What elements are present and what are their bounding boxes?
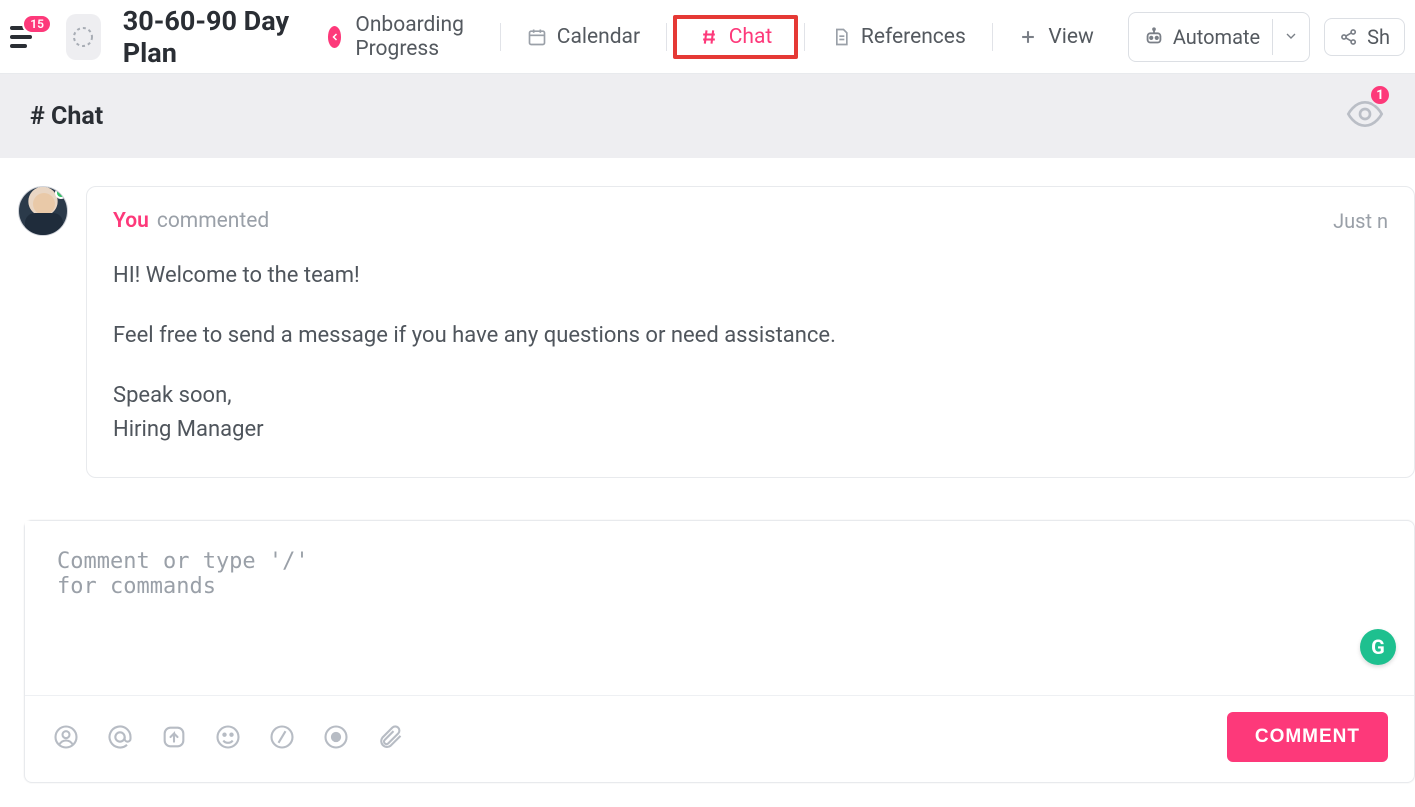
emoji-icon[interactable] [213,722,243,752]
view-label: View [1048,25,1093,49]
grammarly-badge[interactable]: G [1360,629,1396,665]
slash-command-icon[interactable] [267,722,297,752]
comment-input[interactable] [25,521,369,691]
divider [992,23,993,51]
robot-icon [1143,26,1165,48]
share-icon [1339,27,1359,47]
tab-references[interactable]: References [811,17,986,57]
divider [666,23,667,51]
message-line: Feel free to send a message if you have … [113,319,1388,353]
record-icon[interactable] [321,722,351,752]
message-body: HI! Welcome to the team! Feel free to se… [113,259,1388,447]
tab-label: Chat [729,25,773,49]
plus-icon [1018,27,1038,47]
add-view-button[interactable]: View [998,17,1113,57]
message-line: Speak soon, Hiring Manager [113,379,1388,447]
chevron-left-icon [328,26,341,48]
submit-comment-button[interactable]: COMMENT [1227,712,1388,762]
workspace-icon[interactable] [66,14,101,60]
message-author: You [113,209,149,233]
hash-icon [699,27,719,47]
watchers-button[interactable]: 1 [1345,94,1385,138]
calendar-icon [527,27,547,47]
tab-label: Calendar [557,25,640,49]
chat-title: # Chat [30,102,103,131]
message-timestamp: Just n [1333,209,1388,233]
automate-button[interactable]: Automate [1128,12,1310,62]
tab-chat[interactable]: Chat [673,15,799,59]
toolbar-right: Automate Sh [1128,12,1405,62]
message-verb: commented [157,209,269,233]
watchers-count: 1 [1369,84,1391,106]
message-line: HI! Welcome to the team! [113,259,1388,293]
chat-subheader: # Chat 1 [0,74,1415,158]
share-label: Sh [1367,25,1390,49]
comment-composer: G COMMENT [24,520,1415,783]
message-header: You commented Just n [113,209,1388,233]
chat-message: You commented Just n HI! Welcome to the … [0,158,1415,478]
composer-toolbar: COMMENT [25,695,1414,782]
tab-label: Onboarding Progress [355,13,474,61]
top-toolbar: 15 30-60-90 Day Plan Onboarding Progress… [0,0,1415,74]
menu-button[interactable]: 15 [10,26,38,48]
automate-caret[interactable] [1272,19,1309,55]
automate-label: Automate [1173,25,1260,49]
divider [500,23,501,51]
page-title: 30-60-90 Day Plan [123,5,294,69]
avatar[interactable] [18,186,68,236]
mention-icon[interactable] [105,722,135,752]
document-icon [831,27,851,47]
online-indicator [55,187,67,199]
view-tabs: Onboarding Progress Calendar Chat Refere… [308,5,1114,69]
tab-onboarding-progress[interactable]: Onboarding Progress [308,5,494,69]
assign-comment-icon[interactable] [51,722,81,752]
tab-calendar[interactable]: Calendar [507,17,660,57]
chevron-down-icon [1283,28,1299,44]
attachment-icon[interactable] [375,722,405,752]
composer-icons [51,722,405,752]
message-card: You commented Just n HI! Welcome to the … [86,186,1415,478]
menu-badge: 15 [22,14,52,34]
share-button[interactable]: Sh [1324,18,1405,56]
tab-label: References [861,25,966,49]
ai-icon[interactable] [159,722,189,752]
divider [804,23,805,51]
